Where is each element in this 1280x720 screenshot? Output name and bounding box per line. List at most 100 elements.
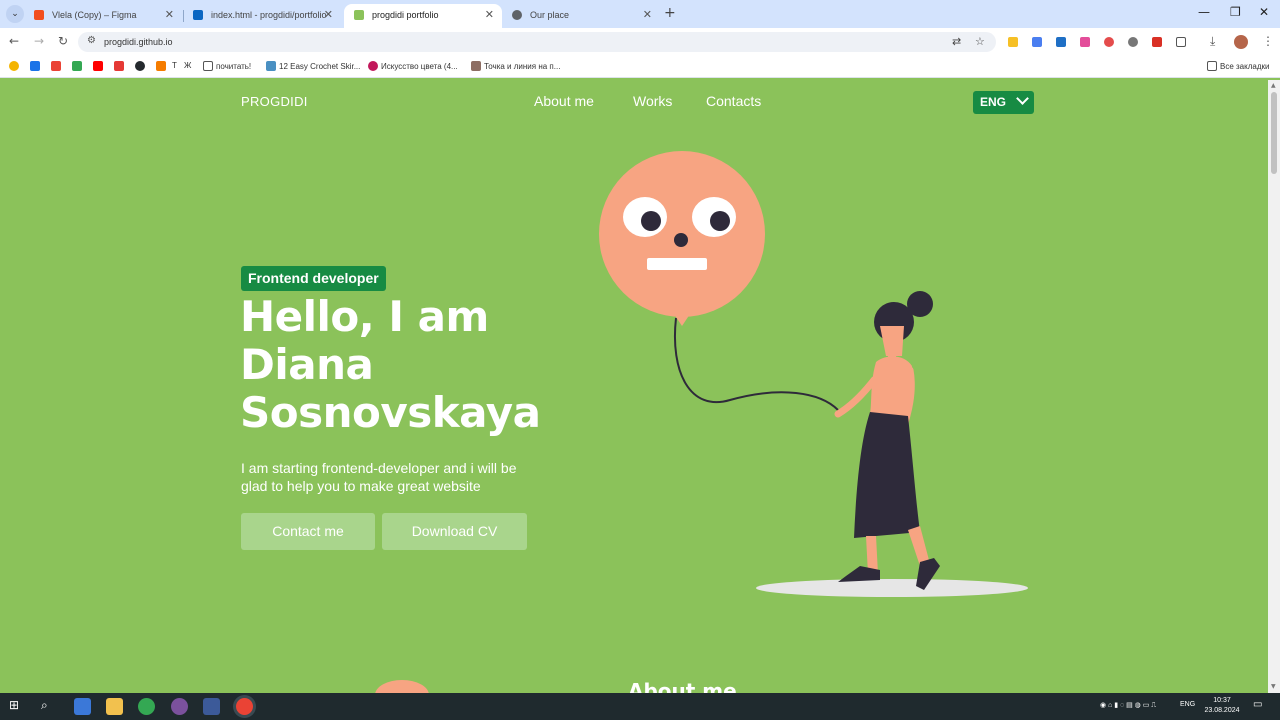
bookmark-link[interactable]: Ж <box>184 61 191 70</box>
new-tab-button[interactable]: + <box>664 5 676 21</box>
bookmark-label: Т <box>172 61 177 70</box>
browser-toolbar: ← → ↻ ⚙ progdidi.github.io ⇄ ☆ ⤓ ⋮ <box>0 28 1280 56</box>
bookmark-label: почитать! <box>216 62 252 71</box>
extension-icon[interactable] <box>1104 37 1114 47</box>
floor-shadow <box>756 579 1028 597</box>
nav-link-about[interactable]: About me <box>534 93 594 109</box>
language-value: ENG <box>980 95 1007 109</box>
close-tab-icon[interactable]: ✕ <box>324 8 333 21</box>
hero-heading-line: Diana <box>240 340 374 389</box>
download-icon[interactable]: ⤓ <box>1210 34 1215 49</box>
bookmark-app-icon[interactable] <box>156 61 166 71</box>
bookmark-link[interactable]: Искусство цвета (4... <box>368 61 458 71</box>
tray-icons[interactable]: ◉ ⌂ ▮ ◌ ▤ ◍ ▭ ⎍ <box>1100 701 1156 710</box>
back-icon[interactable]: ← <box>9 34 19 48</box>
bookmark-favicon-icon <box>266 61 276 71</box>
close-tab-icon[interactable]: ✕ <box>165 8 174 21</box>
bookmark-link[interactable]: 12 Easy Crochet Skir... <box>266 61 360 71</box>
input-language[interactable]: ENG <box>1180 701 1195 708</box>
hero-heading: Hello, I am Diana Sosnovskaya <box>240 293 560 437</box>
close-tab-icon[interactable]: ✕ <box>485 8 494 21</box>
chrome-active-icon[interactable] <box>236 698 253 715</box>
browser-tab[interactable]: index.html - progdidi/portfolio ✕ <box>183 4 341 28</box>
balloon-mouth <box>647 258 707 270</box>
youtube-icon[interactable] <box>93 61 103 71</box>
extensions-puzzle-icon[interactable] <box>1176 37 1186 47</box>
nav-link-works[interactable]: Works <box>633 93 672 109</box>
reload-icon[interactable]: ↻ <box>58 34 68 48</box>
site-info-icon[interactable]: ⚙ <box>87 35 96 46</box>
contact-me-button[interactable]: Contact me <box>241 513 375 550</box>
file-explorer-icon[interactable] <box>106 698 123 715</box>
windows-start-icon[interactable]: ⊞ <box>9 698 26 715</box>
minimize-icon[interactable]: — <box>1198 5 1210 19</box>
figma-icon <box>34 10 44 20</box>
scroll-up-icon[interactable]: ▲ <box>1271 82 1276 89</box>
nav-link-contacts[interactable]: Contacts <box>706 93 761 109</box>
bookmark-app-icon[interactable] <box>114 61 124 71</box>
close-tab-icon[interactable]: ✕ <box>643 8 652 21</box>
address-bar[interactable]: ⚙ progdidi.github.io ⇄ ☆ <box>78 32 996 52</box>
profile-avatar[interactable] <box>1234 35 1248 49</box>
system-clock[interactable]: 10:37 23.08.2024 <box>1202 696 1242 716</box>
download-cv-button[interactable]: Download CV <box>382 513 527 550</box>
site-logo[interactable]: PROGDIDI <box>241 94 308 109</box>
extension-icon[interactable] <box>1080 37 1090 47</box>
bookmark-app-icon[interactable] <box>72 61 82 71</box>
bookmark-link[interactable]: Точка и линия на п... <box>471 61 560 71</box>
extension-icon[interactable] <box>1032 37 1042 47</box>
browser-tab-strip: ⌄ Vlela (Copy) – Figma ✕ index.html - pr… <box>0 0 1280 28</box>
hero-intro-text: I am starting frontend-developer and i w… <box>241 460 517 494</box>
restore-icon[interactable]: ❐ <box>1230 5 1241 19</box>
vscode-icon <box>193 10 203 20</box>
viber-icon[interactable] <box>171 698 188 715</box>
language-select[interactable]: ENG <box>973 91 1034 114</box>
hero-heading-line: Hello, I am <box>240 292 489 341</box>
app-icon[interactable] <box>203 698 220 715</box>
bookmark-app-icon[interactable] <box>30 61 40 71</box>
bookmarks-bar <box>0 56 1280 78</box>
close-window-icon[interactable]: ✕ <box>1259 5 1269 19</box>
translate-icon[interactable]: ⇄ <box>952 35 961 48</box>
browser-tab[interactable]: Our place ✕ <box>502 4 660 28</box>
gmail-icon[interactable] <box>51 61 61 71</box>
bookmark-favicon-icon <box>368 61 378 71</box>
bookmark-folder[interactable]: почитать! <box>203 61 251 71</box>
all-bookmarks-folder[interactable]: Все закладки <box>1207 61 1269 71</box>
browser-tab[interactable]: Vlela (Copy) – Figma ✕ <box>24 4 182 28</box>
url-text: progdidi.github.io <box>104 37 173 47</box>
bookmark-star-icon[interactable]: ☆ <box>975 35 985 48</box>
hero-heading-line: Sosnovskaya <box>240 388 541 437</box>
hero-illustration <box>599 151 1028 597</box>
balloon-pupil <box>641 211 661 231</box>
folder-icon <box>203 61 213 71</box>
extension-icon[interactable] <box>1152 37 1162 47</box>
balloon-nose <box>674 233 688 247</box>
github-icon[interactable] <box>135 61 145 71</box>
clock-time: 10:37 <box>1213 697 1231 704</box>
bookmark-label: Все закладки <box>1220 62 1270 71</box>
extension-icon[interactable] <box>1008 37 1018 47</box>
balloon-string <box>674 317 839 411</box>
clock-date: 23.08.2024 <box>1204 707 1240 714</box>
site-favicon-icon <box>354 10 364 20</box>
page-scrollbar[interactable]: ▲ ▼ <box>1268 80 1280 693</box>
scrollbar-thumb[interactable] <box>1271 92 1277 174</box>
search-icon[interactable]: ⌕ <box>41 698 58 715</box>
forward-icon[interactable]: → <box>34 34 44 48</box>
extension-icon[interactable] <box>1056 37 1066 47</box>
save-app-icon[interactable] <box>74 698 91 715</box>
bookmark-sun-icon[interactable] <box>9 61 19 71</box>
tab-search-icon[interactable]: ⌄ <box>6 5 24 23</box>
bookmark-link[interactable]: Т <box>172 61 177 70</box>
bookmark-label: Искусство цвета (4... <box>381 62 458 71</box>
bookmark-label: Точка и линия на п... <box>484 62 561 71</box>
browser-menu-icon[interactable]: ⋮ <box>1262 34 1274 48</box>
extension-icon[interactable] <box>1128 37 1138 47</box>
chevron-down-icon <box>1016 92 1029 105</box>
chrome-icon[interactable] <box>138 698 155 715</box>
notifications-icon[interactable]: ▭ <box>1253 699 1262 710</box>
browser-tab-active[interactable]: progdidi portfolio ✕ <box>344 4 502 28</box>
tab-title: progdidi portfolio <box>372 10 439 20</box>
scroll-down-icon[interactable]: ▼ <box>1271 683 1276 690</box>
